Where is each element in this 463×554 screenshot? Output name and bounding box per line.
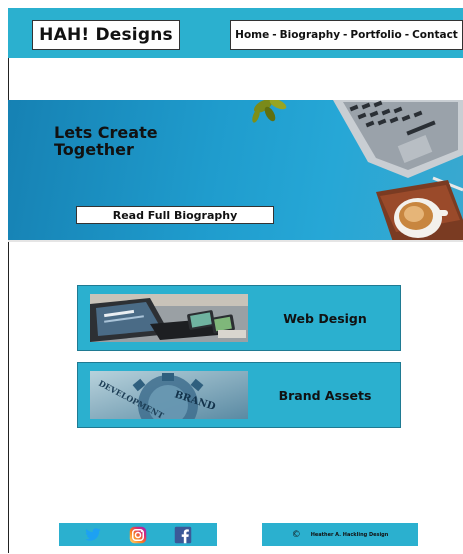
instagram-icon[interactable] <box>127 526 149 543</box>
hero-title: Lets Create Together <box>54 124 214 158</box>
brand-development-image: BRAND DEVELOPMENT <box>90 371 248 419</box>
laptop-image <box>333 100 463 178</box>
hero-banner: Lets Create Together Read Full Biography <box>8 100 463 242</box>
main-nav: Home - Biography - Portfolio - Contact <box>230 20 463 50</box>
nav-separator: - <box>404 29 410 41</box>
facebook-icon[interactable] <box>172 526 194 543</box>
logo-text: HAH! Designs <box>39 25 173 45</box>
logo[interactable]: HAH! Designs <box>32 20 180 50</box>
hero-title-line: Lets Create <box>54 123 158 142</box>
copyright-icon: © <box>291 529 301 540</box>
nav-portfolio[interactable]: Portfolio <box>350 29 401 41</box>
copyright-text: Heather A. Hackling Design <box>310 531 389 538</box>
hero-title-line: Together <box>54 140 134 159</box>
nav-home[interactable]: Home <box>235 29 269 41</box>
brand-assets-label: Brand Assets <box>278 387 372 403</box>
social-links <box>59 523 217 546</box>
site-header: HAH! Designs Home - Biography - Portfoli… <box>8 8 463 58</box>
nav-contact[interactable]: Contact <box>412 29 458 41</box>
page-border <box>8 8 462 553</box>
nav-separator: - <box>272 29 277 41</box>
nav-biography[interactable]: Biography <box>280 29 340 41</box>
read-biography-button[interactable]: Read Full Biography <box>76 206 274 224</box>
twitter-icon[interactable] <box>82 526 104 543</box>
brand-assets-card[interactable]: BRAND DEVELOPMENT Brand Assets <box>77 362 401 428</box>
web-design-image <box>90 294 248 342</box>
nav-separator: - <box>343 29 348 41</box>
web-design-card[interactable]: Web Design <box>77 285 401 351</box>
web-design-label: Web Design <box>283 310 367 326</box>
copyright-bar: © Heather A. Hackling Design <box>262 523 418 546</box>
plant-image <box>252 100 287 123</box>
